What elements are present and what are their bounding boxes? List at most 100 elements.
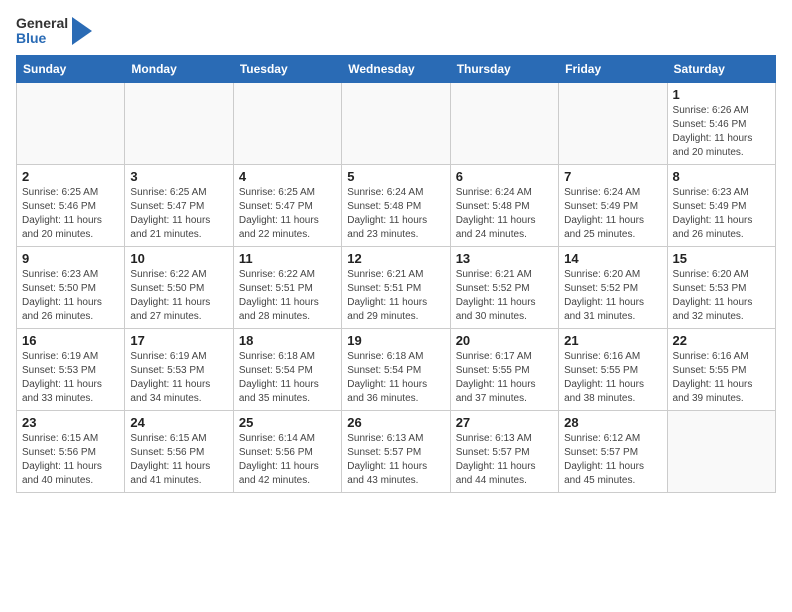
day-number: 12 [347,251,444,266]
calendar-cell [233,82,341,164]
day-info: Sunrise: 6:18 AM Sunset: 5:54 PM Dayligh… [239,350,336,406]
day-info: Sunrise: 6:13 AM Sunset: 5:57 PM Dayligh… [456,432,553,488]
day-info: Sunrise: 6:16 AM Sunset: 5:55 PM Dayligh… [564,350,661,406]
calendar-cell: 6 Sunrise: 6:24 AM Sunset: 5:48 PM Daylig… [450,164,558,246]
day-info: Sunrise: 6:19 AM Sunset: 5:53 PM Dayligh… [130,350,227,406]
day-info: Sunrise: 6:21 AM Sunset: 5:52 PM Dayligh… [456,268,553,324]
calendar-cell: 21 Sunrise: 6:16 AM Sunset: 5:55 PM Dayli… [559,328,667,410]
day-of-week-header: Tuesday [233,55,341,82]
day-number: 28 [564,415,661,430]
calendar-cell [17,82,125,164]
day-info: Sunrise: 6:13 AM Sunset: 5:57 PM Dayligh… [347,432,444,488]
day-number: 4 [239,169,336,184]
day-number: 21 [564,333,661,348]
calendar-week-row: 23 Sunrise: 6:15 AM Sunset: 5:56 PM Dayli… [17,410,776,492]
day-info: Sunrise: 6:14 AM Sunset: 5:56 PM Dayligh… [239,432,336,488]
day-number: 10 [130,251,227,266]
day-number: 18 [239,333,336,348]
day-info: Sunrise: 6:24 AM Sunset: 5:48 PM Dayligh… [456,186,553,242]
day-info: Sunrise: 6:23 AM Sunset: 5:50 PM Dayligh… [22,268,119,324]
day-of-week-header: Thursday [450,55,558,82]
day-number: 17 [130,333,227,348]
day-number: 7 [564,169,661,184]
calendar-cell: 4Sunrise: 6:25 AM Sunset: 5:47 PM Daylig… [233,164,341,246]
calendar-cell: 18 Sunrise: 6:18 AM Sunset: 5:54 PM Dayli… [233,328,341,410]
calendar-cell: 2 Sunrise: 6:25 AM Sunset: 5:46 PM Daylig… [17,164,125,246]
calendar-cell: 26 Sunrise: 6:13 AM Sunset: 5:57 PM Dayli… [342,410,450,492]
calendar-cell: 1Sunrise: 6:26 AM Sunset: 5:46 PM Daylig… [667,82,775,164]
calendar-cell [450,82,558,164]
calendar-header-row: SundayMondayTuesdayWednesdayThursdayFrid… [17,55,776,82]
day-number: 16 [22,333,119,348]
day-number: 22 [673,333,770,348]
day-of-week-header: Friday [559,55,667,82]
calendar-cell: 7 Sunrise: 6:24 AM Sunset: 5:49 PM Daylig… [559,164,667,246]
calendar-cell: 22Sunrise: 6:16 AM Sunset: 5:55 PM Dayli… [667,328,775,410]
day-info: Sunrise: 6:19 AM Sunset: 5:53 PM Dayligh… [22,350,119,406]
calendar-cell: 11 Sunrise: 6:22 AM Sunset: 5:51 PM Dayli… [233,246,341,328]
day-info: Sunrise: 6:22 AM Sunset: 5:51 PM Dayligh… [239,268,336,324]
day-info: Sunrise: 6:15 AM Sunset: 5:56 PM Dayligh… [22,432,119,488]
day-info: Sunrise: 6:25 AM Sunset: 5:47 PM Dayligh… [130,186,227,242]
day-info: Sunrise: 6:22 AM Sunset: 5:50 PM Dayligh… [130,268,227,324]
logo: GeneralBlue [16,16,92,47]
calendar-cell: 8 Sunrise: 6:23 AM Sunset: 5:49 PM Daylig… [667,164,775,246]
calendar-cell: 19Sunrise: 6:18 AM Sunset: 5:54 PM Dayli… [342,328,450,410]
day-number: 11 [239,251,336,266]
day-number: 3 [130,169,227,184]
day-number: 20 [456,333,553,348]
calendar-week-row: 16 Sunrise: 6:19 AM Sunset: 5:53 PM Dayli… [17,328,776,410]
day-info: Sunrise: 6:21 AM Sunset: 5:51 PM Dayligh… [347,268,444,324]
day-info: Sunrise: 6:20 AM Sunset: 5:53 PM Dayligh… [673,268,770,324]
day-number: 14 [564,251,661,266]
calendar-cell: 15 Sunrise: 6:20 AM Sunset: 5:53 PM Dayli… [667,246,775,328]
calendar-cell: 5 Sunrise: 6:24 AM Sunset: 5:48 PM Daylig… [342,164,450,246]
calendar-cell [125,82,233,164]
day-number: 15 [673,251,770,266]
day-number: 27 [456,415,553,430]
day-of-week-header: Saturday [667,55,775,82]
page-header: GeneralBlue [16,16,776,47]
day-number: 9 [22,251,119,266]
calendar-cell: 27 Sunrise: 6:13 AM Sunset: 5:57 PM Dayli… [450,410,558,492]
day-of-week-header: Wednesday [342,55,450,82]
calendar-cell: 24Sunrise: 6:15 AM Sunset: 5:56 PM Dayli… [125,410,233,492]
calendar-cell: 16 Sunrise: 6:19 AM Sunset: 5:53 PM Dayli… [17,328,125,410]
day-number: 25 [239,415,336,430]
calendar-cell: 12 Sunrise: 6:21 AM Sunset: 5:51 PM Dayli… [342,246,450,328]
logo-blue-text: Blue [16,31,68,46]
logo-general-text: General [16,16,68,31]
calendar-cell: 10 Sunrise: 6:22 AM Sunset: 5:50 PM Dayli… [125,246,233,328]
day-info: Sunrise: 6:24 AM Sunset: 5:48 PM Dayligh… [347,186,444,242]
calendar-cell: 14Sunrise: 6:20 AM Sunset: 5:52 PM Dayli… [559,246,667,328]
day-number: 1 [673,87,770,102]
day-info: Sunrise: 6:25 AM Sunset: 5:46 PM Dayligh… [22,186,119,242]
day-info: Sunrise: 6:12 AM Sunset: 5:57 PM Dayligh… [564,432,661,488]
calendar-cell [667,410,775,492]
day-info: Sunrise: 6:17 AM Sunset: 5:55 PM Dayligh… [456,350,553,406]
calendar-cell: 20 Sunrise: 6:17 AM Sunset: 5:55 PM Dayli… [450,328,558,410]
day-number: 26 [347,415,444,430]
day-number: 13 [456,251,553,266]
calendar-week-row: 1Sunrise: 6:26 AM Sunset: 5:46 PM Daylig… [17,82,776,164]
day-number: 5 [347,169,444,184]
calendar-cell: 17 Sunrise: 6:19 AM Sunset: 5:53 PM Dayli… [125,328,233,410]
day-number: 24 [130,415,227,430]
day-of-week-header: Monday [125,55,233,82]
calendar-cell: 28 Sunrise: 6:12 AM Sunset: 5:57 PM Dayli… [559,410,667,492]
day-info: Sunrise: 6:24 AM Sunset: 5:49 PM Dayligh… [564,186,661,242]
calendar-cell [342,82,450,164]
day-number: 6 [456,169,553,184]
calendar-week-row: 9 Sunrise: 6:23 AM Sunset: 5:50 PM Daylig… [17,246,776,328]
logo-text: GeneralBlue [16,16,68,47]
day-number: 2 [22,169,119,184]
calendar-cell: 23 Sunrise: 6:15 AM Sunset: 5:56 PM Dayli… [17,410,125,492]
day-info: Sunrise: 6:18 AM Sunset: 5:54 PM Dayligh… [347,350,444,406]
day-number: 8 [673,169,770,184]
day-info: Sunrise: 6:23 AM Sunset: 5:49 PM Dayligh… [673,186,770,242]
day-number: 23 [22,415,119,430]
day-of-week-header: Sunday [17,55,125,82]
calendar-cell: 9 Sunrise: 6:23 AM Sunset: 5:50 PM Daylig… [17,246,125,328]
calendar-cell [559,82,667,164]
calendar-week-row: 2 Sunrise: 6:25 AM Sunset: 5:46 PM Daylig… [17,164,776,246]
